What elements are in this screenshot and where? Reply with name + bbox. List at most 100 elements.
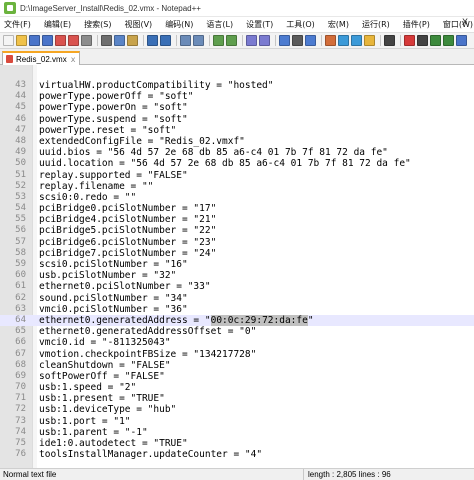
editor-line[interactable]: 59 scsi0.pciSlotNumber = "16" xyxy=(0,259,474,270)
editor-line[interactable]: 61 ethernet0.pciSlotNumber = "33" xyxy=(0,281,474,292)
toolbar-separator xyxy=(209,35,210,46)
editor-line[interactable]: 68 cleanShutdown = "FALSE" xyxy=(0,360,474,371)
line-text: vmci0.id = "-811325043" xyxy=(39,337,171,349)
line-text: pciBridge6.pciSlotNumber = "23" xyxy=(39,236,217,248)
menu-item-2[interactable]: 搜索(S) xyxy=(84,19,111,30)
editor-line[interactable]: 64 ethernet0.generatedAddress = "00:0c:29… xyxy=(0,314,474,327)
line-number: 67 xyxy=(15,348,26,359)
zoom-in-icon[interactable] xyxy=(213,35,224,46)
line-number: 69 xyxy=(15,370,26,381)
sync-horizontal-icon[interactable] xyxy=(259,35,270,46)
line-text: pciBridge4.pciSlotNumber = "21" xyxy=(39,214,217,226)
monitoring-icon[interactable] xyxy=(384,35,395,46)
folder-workspace-icon[interactable] xyxy=(364,35,375,46)
tab-redis-02-vmx[interactable]: Redis_02.vmx x xyxy=(2,51,81,65)
menu-item-11[interactable]: 窗口(W) xyxy=(443,19,473,30)
editor-line[interactable]: 62 sound.pciSlotNumber = "34" xyxy=(0,293,474,304)
menu-item-7[interactable]: 工具(O) xyxy=(286,19,315,30)
show-all-chars-icon[interactable] xyxy=(292,35,303,46)
word-wrap-icon[interactable] xyxy=(279,35,290,46)
paste-icon[interactable] xyxy=(127,35,138,46)
editor-line[interactable]: 50 uuid.location = "56 4d 57 2e 68 db 85 … xyxy=(0,158,474,169)
line-number: 57 xyxy=(15,236,26,247)
editor-line[interactable]: 56 pciBridge5.pciSlotNumber = "22" xyxy=(0,225,474,236)
save-icon[interactable] xyxy=(29,35,40,46)
zoom-out-icon[interactable] xyxy=(226,35,237,46)
find-icon[interactable] xyxy=(180,35,191,46)
new-file-icon[interactable] xyxy=(3,35,14,46)
record-macro-icon[interactable] xyxy=(404,35,415,46)
define-language-icon[interactable] xyxy=(325,35,336,46)
editor-line[interactable]: 63 vmci0.pciSlotNumber = "36" xyxy=(0,304,474,315)
text-lines: 43 virtualHW.productCompatibility = "host… xyxy=(0,80,474,460)
editor-line[interactable]: 75 ide1:0.autodetect = "TRUE" xyxy=(0,438,474,449)
line-number: 68 xyxy=(15,359,26,370)
editor-line[interactable]: 60 usb.pciSlotNumber = "32" xyxy=(0,270,474,281)
play-macro-icon[interactable] xyxy=(430,35,441,46)
editor-line[interactable]: 70 usb:1.speed = "2" xyxy=(0,382,474,393)
replace-icon[interactable] xyxy=(193,35,204,46)
stop-record-icon[interactable] xyxy=(417,35,428,46)
line-text: extendedConfigFile = "Redis_02.vmxf" xyxy=(39,135,245,147)
menu-item-6[interactable]: 设置(T) xyxy=(246,19,273,30)
editor-line[interactable]: 73 usb:1.port = "1" xyxy=(0,416,474,427)
close-file-icon[interactable] xyxy=(55,35,66,46)
sync-vertical-icon[interactable] xyxy=(246,35,257,46)
editor-line[interactable]: 76 toolsInstallManager.updateCounter = "4… xyxy=(0,449,474,460)
editor-line[interactable]: 74 usb:1.parent = "-1" xyxy=(0,427,474,438)
menu-item-3[interactable]: 视图(V) xyxy=(124,19,152,30)
close-all-icon[interactable] xyxy=(68,35,79,46)
status-document-type: Normal text file xyxy=(0,468,304,480)
editor-line[interactable]: 57 pciBridge6.pciSlotNumber = "23" xyxy=(0,237,474,248)
menu-item-8[interactable]: 宏(M) xyxy=(328,19,349,30)
open-file-icon[interactable] xyxy=(16,35,27,46)
editor-line[interactable]: 71 usb:1.present = "TRUE" xyxy=(0,393,474,404)
editor-line[interactable]: 54 pciBridge0.pciSlotNumber = "17" xyxy=(0,203,474,214)
editor-line[interactable]: 53 scsi0:0.redo = "" xyxy=(0,192,474,203)
print-icon[interactable] xyxy=(81,35,92,46)
menu-item-1[interactable]: 编辑(E) xyxy=(44,19,71,30)
editor-line[interactable]: 48 extendedConfigFile = "Redis_02.vmxf" xyxy=(0,136,474,147)
editor-line[interactable]: 51 replay.supported = "FALSE" xyxy=(0,170,474,181)
indent-guide-icon[interactable] xyxy=(305,35,316,46)
undo-icon[interactable] xyxy=(147,35,158,46)
doc-map-icon[interactable] xyxy=(338,35,349,46)
menu-item-5[interactable]: 语言(L) xyxy=(206,19,233,30)
tab-close-icon[interactable]: x xyxy=(71,55,76,64)
copy-icon[interactable] xyxy=(114,35,125,46)
menu-item-10[interactable]: 插件(P) xyxy=(403,19,430,30)
editor-line[interactable]: 49 uuid.bios = "56 4d 57 2e 68 db 85 a6-c… xyxy=(0,147,474,158)
save-macro-icon[interactable] xyxy=(456,35,467,46)
redo-icon[interactable] xyxy=(160,35,171,46)
menu-item-0[interactable]: 文件(F) xyxy=(4,19,31,30)
line-number: 76 xyxy=(15,449,26,460)
line-text: pciBridge7.pciSlotNumber = "24" xyxy=(39,247,217,259)
editor-area[interactable]: 43 virtualHW.productCompatibility = "host… xyxy=(0,65,474,468)
function-list-icon[interactable] xyxy=(351,35,362,46)
editor-line[interactable]: 66 vmci0.id = "-811325043" xyxy=(0,337,474,348)
editor-line[interactable]: 46 powerType.suspend = "soft" xyxy=(0,114,474,125)
editor-line[interactable]: 72 usb:1.deviceType = "hub" xyxy=(0,404,474,415)
line-text: usb:1.speed = "2" xyxy=(39,382,137,394)
line-number: 50 xyxy=(15,158,26,169)
tab-label: Redis_02.vmx xyxy=(16,54,67,64)
menu-item-9[interactable]: 运行(R) xyxy=(362,19,390,30)
line-number: 73 xyxy=(15,415,26,426)
cut-icon[interactable] xyxy=(101,35,112,46)
editor-line[interactable]: 67 vmotion.checkpointFBSize = "134217728" xyxy=(0,349,474,360)
editor-line[interactable]: 44 powerType.powerOff = "soft" xyxy=(0,91,474,102)
close-document-button[interactable]: X xyxy=(462,18,468,28)
editor-line[interactable]: 58 pciBridge7.pciSlotNumber = "24" xyxy=(0,248,474,259)
line-number: 52 xyxy=(15,180,26,191)
save-all-icon[interactable] xyxy=(42,35,53,46)
menu-item-4[interactable]: 编码(N) xyxy=(165,19,193,30)
editor-line[interactable]: 43 virtualHW.productCompatibility = "host… xyxy=(0,80,474,91)
editor-line[interactable]: 55 pciBridge4.pciSlotNumber = "21" xyxy=(0,214,474,225)
play-multiple-icon[interactable] xyxy=(443,35,454,46)
editor-line[interactable]: 45 powerType.powerOn = "soft" xyxy=(0,102,474,113)
editor-line[interactable]: 69 softPowerOff = "FALSE" xyxy=(0,371,474,382)
editor-line[interactable]: 47 powerType.reset = "soft" xyxy=(0,125,474,136)
editor-line[interactable]: 65 ethernet0.generatedAddressOffset = "0" xyxy=(0,326,474,337)
line-text: scsi0:0.redo = "" xyxy=(39,191,137,203)
editor-line[interactable]: 52 replay.filename = "" xyxy=(0,181,474,192)
